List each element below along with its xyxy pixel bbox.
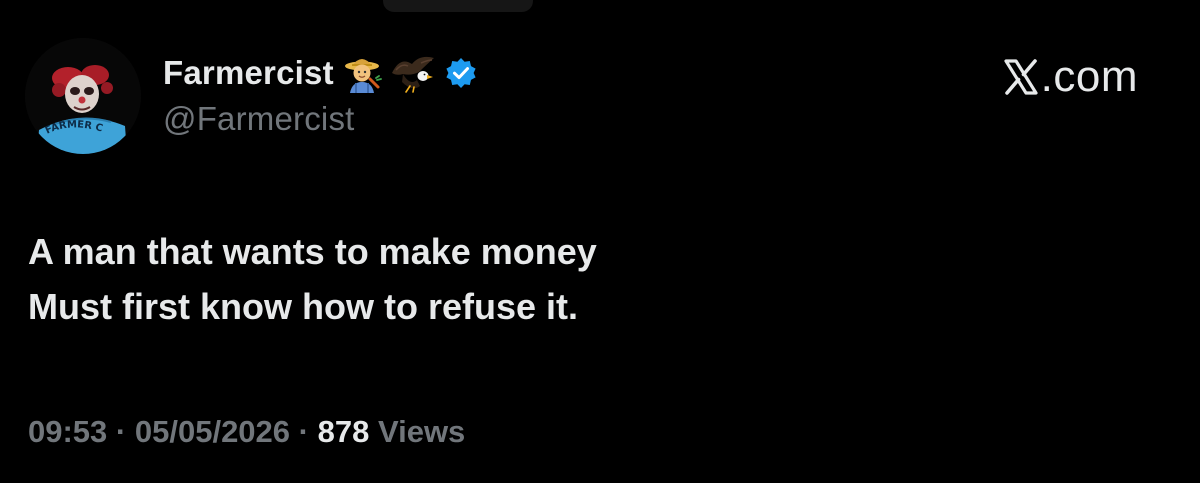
tweet-author: Farmercist @Farmercist (163, 50, 478, 138)
display-name[interactable]: Farmercist (163, 54, 334, 92)
meta-separator: · (115, 414, 127, 449)
tweet-text: A man that wants to make money Must firs… (28, 224, 597, 334)
tweet-line: A man that wants to make money (28, 231, 597, 272)
avatar-image: FARMER CIST (25, 38, 141, 154)
x-logo-icon (1004, 59, 1038, 95)
device-notch (383, 0, 533, 12)
tweet-line: Must first know how to refuse it. (28, 286, 579, 327)
tweet-date[interactable]: 05/05/2026 (135, 414, 290, 449)
tweet-metadata: 09:53 · 05/05/2026 · 878 Views (28, 414, 465, 450)
eagle-emoji-icon (390, 53, 436, 93)
verified-badge-icon (444, 56, 478, 90)
views-label: Views (377, 414, 466, 449)
brand-suffix: .com (1040, 52, 1138, 101)
farmer-emoji-icon (342, 53, 382, 93)
tweet-time[interactable]: 09:53 (28, 414, 107, 449)
avatar[interactable]: FARMER CIST (25, 38, 141, 154)
name-row: Farmercist (163, 50, 478, 96)
user-handle[interactable]: @Farmercist (163, 100, 478, 138)
views-count: 878 (317, 414, 370, 449)
brand-watermark: .com (1002, 52, 1138, 102)
meta-separator: · (298, 414, 309, 449)
